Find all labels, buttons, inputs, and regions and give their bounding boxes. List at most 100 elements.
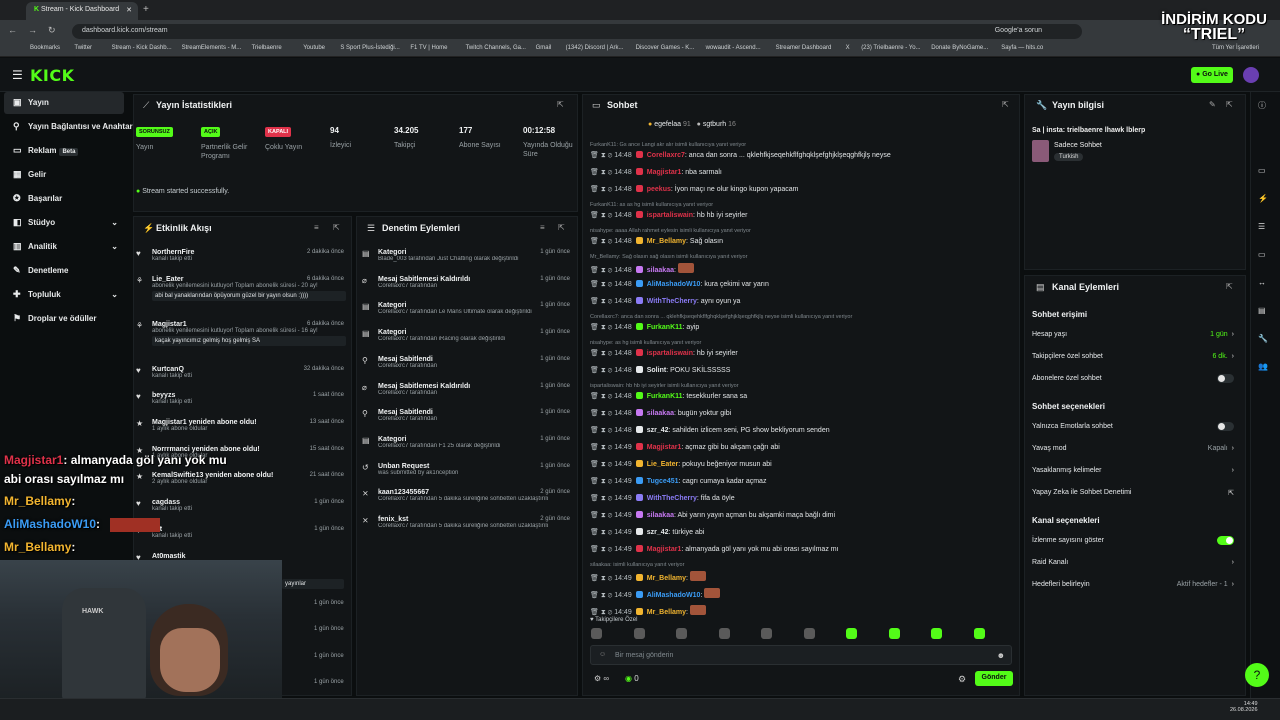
chat-username[interactable]: silaakaa <box>647 267 674 274</box>
kick-logo[interactable]: KICK <box>30 66 75 85</box>
mod-controls[interactable]: 🗑 ⧗ ⊘ <box>590 575 614 582</box>
popout-icon[interactable]: ⇱ <box>333 223 340 232</box>
setting-row[interactable]: Yasaklanmış kelimeler › <box>1032 467 1238 474</box>
mod-controls[interactable]: 🗑 ⧗ ⊘ <box>590 592 614 599</box>
sidebar-item-topluluk[interactable]: ✚ Topluluk ⌄ <box>4 284 124 306</box>
mod-controls[interactable]: 🗑 ⧗ ⊘ <box>590 461 614 468</box>
bookmark-item[interactable]: (1342) Discord | Ark... <box>566 45 624 51</box>
emote-slot[interactable] <box>591 628 602 639</box>
bookmark-item[interactable]: StreamElements - M... <box>182 45 242 51</box>
sidebar-item-droplar[interactable]: ⚑ Droplar ve ödüller <box>4 308 124 330</box>
help-button[interactable]: ? <box>1245 663 1269 687</box>
mod-controls[interactable]: 🗑 ⧗ ⊘ <box>590 212 614 219</box>
chat-username[interactable]: Mr_Bellamy <box>647 238 686 245</box>
setting-row[interactable]: Yalnızca Emotlarla sohbet <box>1032 422 1238 431</box>
all-bookmarks[interactable]: Tüm Yer İşaretleri <box>1212 45 1259 51</box>
toggle-switch[interactable] <box>1217 374 1234 383</box>
google-lens-badge[interactable]: Google'a sorun <box>995 27 1042 34</box>
emote-slot[interactable] <box>761 628 772 639</box>
chat-username[interactable]: Magjistar1 <box>647 169 682 176</box>
close-tab-icon[interactable]: ✕ <box>126 6 132 14</box>
emote-slot[interactable] <box>888 628 900 639</box>
sidebar-item-yayın[interactable]: ▣ Yayın <box>4 92 124 114</box>
mod-controls[interactable]: 🗑 ⧗ ⊘ <box>590 495 614 502</box>
settings-icon[interactable]: ⚙ <box>958 674 966 685</box>
popout-icon[interactable]: ⇱ <box>557 100 564 109</box>
chat-username[interactable]: AliMashadoW10 <box>647 281 701 288</box>
menu-icon[interactable]: ☰ <box>12 68 23 82</box>
chat-username[interactable]: WithTheCherry <box>647 495 697 502</box>
back-icon[interactable]: ← <box>8 25 17 35</box>
mod-controls[interactable]: 🗑 ⧗ ⊘ <box>590 350 614 357</box>
mod-controls[interactable]: 🗑 ⧗ ⊘ <box>590 529 614 536</box>
setting-row[interactable]: Raid Kanalı › <box>1032 559 1238 566</box>
sidebar-item-denetleme[interactable]: ✎ Denetleme <box>4 260 124 282</box>
setting-row[interactable]: İzlenme sayısını göster <box>1032 536 1238 545</box>
rail-icon[interactable]: ↔ <box>1258 278 1266 287</box>
chat-username[interactable]: ispartaliswain <box>647 212 693 219</box>
bookmark-item[interactable]: Discover Games - K... <box>636 45 695 51</box>
popout-icon[interactable]: ⇱ <box>1002 100 1009 109</box>
mod-controls[interactable]: 🗑 ⧗ ⊘ <box>590 444 614 451</box>
emote-slot[interactable] <box>931 628 942 639</box>
bookmark-item[interactable]: Streamer Dashboard <box>776 45 832 51</box>
mod-controls[interactable]: 🗑 ⧗ ⊘ <box>590 186 614 193</box>
mod-controls[interactable]: 🗑 ⧗ ⊘ <box>590 281 614 288</box>
chat-username[interactable]: FurkanK11 <box>647 393 683 400</box>
go-live-button[interactable]: ● Go Live <box>1191 67 1233 83</box>
toggle-switch[interactable] <box>1217 536 1234 545</box>
send-button[interactable]: Gönder <box>975 671 1013 686</box>
mod-controls[interactable]: 🗑 ⧗ ⊘ <box>590 169 614 176</box>
rail-icon[interactable]: 🔧 <box>1258 334 1268 343</box>
setting-row[interactable]: Yapay Zeka ile Sohbet Denetimi ⇱ <box>1032 489 1238 497</box>
reload-icon[interactable]: ↻ <box>48 25 56 36</box>
bookmark-item[interactable]: wowaudit - Ascend... <box>706 45 761 51</box>
chat-username[interactable]: peekus <box>647 186 671 193</box>
bookmark-item[interactable]: F1 TV | Home <box>410 45 447 51</box>
bookmark-item[interactable]: Youtube <box>303 45 325 51</box>
mod-controls[interactable]: 🗑 ⧗ ⊘ <box>590 512 614 519</box>
chat-username[interactable]: silaakaa <box>647 410 674 417</box>
forward-icon[interactable]: → <box>28 25 37 35</box>
new-tab-icon[interactable]: + <box>143 4 149 15</box>
mod-controls[interactable]: 🗑 ⧗ ⊘ <box>590 267 614 274</box>
bookmark-item[interactable]: Trielbaenre <box>252 45 282 51</box>
setting-row[interactable]: Hedefleri belirleyin Aktif hedefler - 1 › <box>1032 581 1238 588</box>
bookmark-item[interactable]: Sayfa — hits.co <box>1001 45 1043 51</box>
chat-username[interactable]: ispartaliswain <box>647 350 693 357</box>
mod-controls[interactable]: 🗑 ⧗ ⊘ <box>590 546 614 553</box>
chat-username[interactable]: Magjistar1 <box>647 546 682 553</box>
mod-controls[interactable]: 🗑 ⧗ ⊘ <box>590 152 614 159</box>
bookmark-item[interactable]: Stream - Kick Dashb... <box>112 45 172 51</box>
chat-username[interactable]: szr_42 <box>647 427 669 434</box>
setting-row[interactable]: Yavaş mod Kapalı › <box>1032 445 1238 452</box>
emote-slot[interactable] <box>973 628 985 639</box>
edit-icon[interactable]: ✎ <box>1209 100 1216 109</box>
bookmark-item[interactable]: S Sport Plus-İstediği... <box>340 45 399 51</box>
emote-slot[interactable] <box>676 628 687 639</box>
setting-row[interactable]: Takipçilere özel sohbet 6 dk. › <box>1032 353 1238 360</box>
bookmark-item[interactable]: Gmail <box>536 45 552 51</box>
rail-icon[interactable]: ⓘ <box>1258 100 1266 111</box>
rail-icon[interactable]: ▭ <box>1258 166 1266 175</box>
rail-icon[interactable]: ▤ <box>1258 306 1266 315</box>
chat-input[interactable]: ☺ Bir mesaj gönderin ☻ <box>590 645 1012 665</box>
chat-username[interactable]: Mr_Bellamy <box>647 575 686 582</box>
setting-row[interactable]: Hesap yaşı 1 gün › <box>1032 331 1238 338</box>
sidebar-item-gelir[interactable]: ▦ Gelir <box>4 164 124 186</box>
bookmark-item[interactable]: Twitch Channels, Ga... <box>466 45 526 51</box>
filter-icon[interactable]: ≡ <box>314 223 319 232</box>
emoji-icon[interactable]: ☻ <box>997 651 1005 660</box>
mod-controls[interactable]: 🗑 ⧗ ⊘ <box>590 609 614 616</box>
chat-mode-icon[interactable]: ⚙ ∞ <box>594 674 609 683</box>
bookmark-item[interactable]: Donate ByNoGame... <box>931 45 988 51</box>
sidebar-item-analitik[interactable]: ▥ Analitik ⌄ <box>4 236 124 258</box>
popout-icon[interactable]: ⇱ <box>558 223 565 232</box>
emote-slot[interactable] <box>803 628 815 639</box>
chat-username[interactable]: AliMashadoW10 <box>647 592 701 599</box>
mod-controls[interactable]: 🗑 ⧗ ⊘ <box>590 427 614 434</box>
chat-username[interactable]: szr_42 <box>647 529 669 536</box>
mod-controls[interactable]: 🗑 ⧗ ⊘ <box>590 393 614 400</box>
chat-username[interactable]: Solint <box>647 367 666 374</box>
chat-username[interactable]: Tugce451 <box>647 478 679 485</box>
